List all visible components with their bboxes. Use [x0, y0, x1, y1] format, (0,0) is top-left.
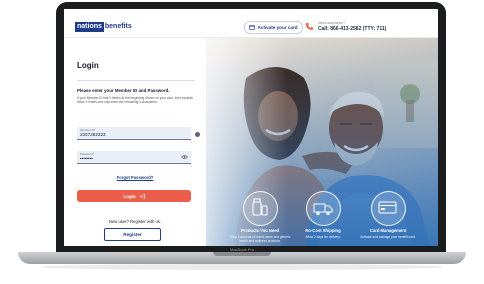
new-user-text: New user? Register with us.	[108, 219, 162, 224]
login-instruction: Please enter your Member ID and Password…	[77, 88, 170, 93]
help-phone-number[interactable]: Call: 866-413-2582 (TTY: 711)	[318, 26, 386, 32]
register-button-label: Register	[123, 232, 142, 237]
help-label: Need assistance?	[318, 21, 345, 25]
brand-logo[interactable]: nations benefits	[75, 22, 132, 32]
password-value: ••••••••	[80, 156, 93, 161]
activate-card-button[interactable]: Activate your card	[244, 21, 303, 34]
laptop-notch	[213, 252, 271, 256]
login-title: Login	[77, 61, 99, 70]
card-icon	[249, 25, 256, 30]
forgot-password-link[interactable]: Forgot Password?	[64, 175, 206, 180]
card-feature-badge	[371, 191, 406, 226]
login-button-label: Login	[123, 193, 136, 199]
top-bar: nations benefits Activate your card Need…	[64, 9, 438, 38]
shipping-feature-desc: Allow 2 days for delivery.	[305, 235, 341, 239]
phone-icon	[305, 22, 314, 30]
logo-part-nations: nations	[75, 22, 104, 32]
shipping-truck-icon	[313, 203, 333, 216]
card-feature-title: Card Management	[369, 228, 407, 233]
shipping-feature-badge	[306, 191, 341, 226]
login-panel: Login Please enter your Member ID and Pa…	[64, 38, 206, 246]
laptop-shadow	[40, 264, 444, 270]
logo-part-benefits: benefits	[104, 23, 132, 30]
laptop-screen: nations benefits Activate your card Need…	[64, 9, 438, 246]
card-management-icon	[378, 201, 397, 214]
register-button[interactable]: Register	[104, 228, 161, 241]
eye-icon[interactable]	[181, 154, 188, 160]
pill-bottle-icon	[252, 198, 268, 216]
info-icon[interactable]	[195, 132, 200, 137]
activate-card-label: Activate your card	[257, 25, 298, 30]
member-id-field[interactable]: Member ID* 2347282323	[77, 127, 191, 140]
card-feature-desc: Activate and manage your benefit card.	[360, 235, 416, 239]
login-instruction-detail: If your Member ID has 0 letters at the b…	[77, 96, 193, 105]
hero-image: Products You Need Shop hundreds of brand…	[206, 38, 438, 246]
laptop-model-label: MacBook Pro	[229, 247, 254, 252]
password-field[interactable]: Password* ••••••••	[77, 151, 191, 164]
member-id-value: 2347282323	[80, 132, 106, 137]
login-arrow-icon	[139, 193, 145, 199]
title-divider	[77, 80, 195, 81]
products-feature-badge	[243, 191, 278, 226]
products-feature-desc: Shop hundreds of brand-name and generic …	[229, 235, 291, 243]
login-button[interactable]: Login	[77, 190, 191, 202]
